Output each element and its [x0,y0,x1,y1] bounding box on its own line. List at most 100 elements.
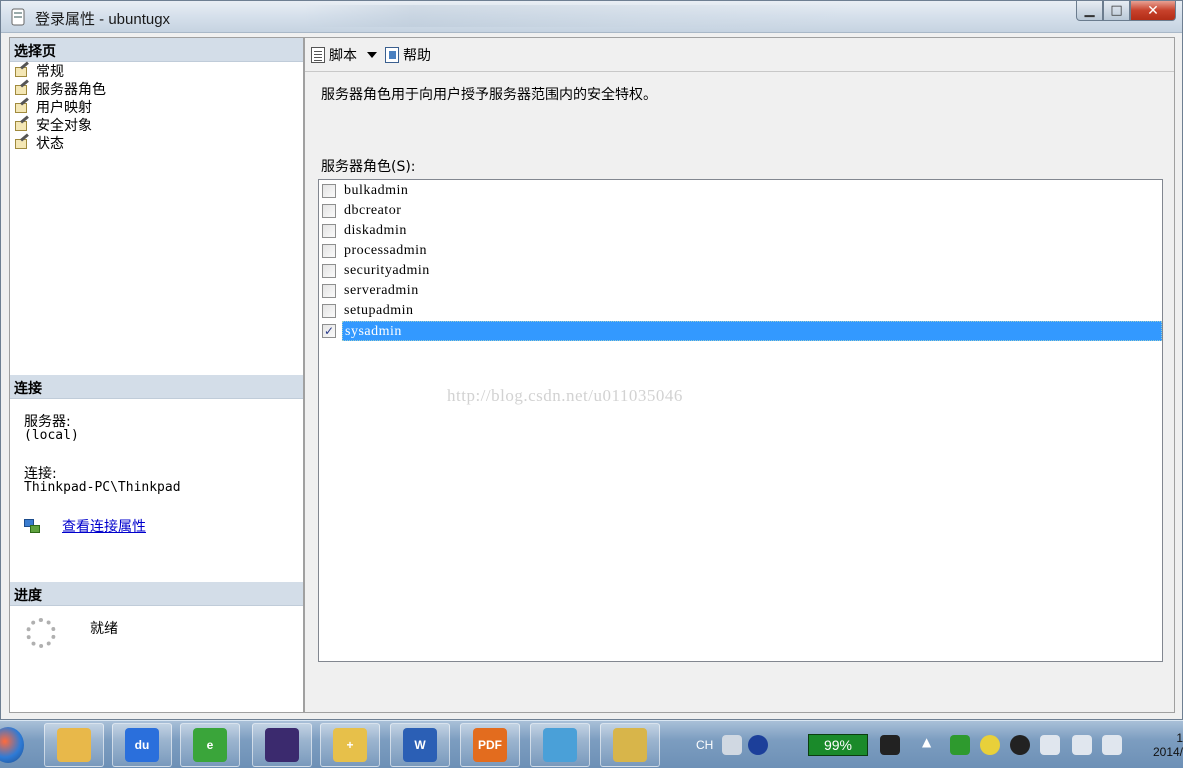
page-list: 常规 服务器角色 用户映射 安全对象 状态 [14,61,106,152]
help-button[interactable]: 帮助 [385,45,431,65]
page-icon [14,115,30,132]
window-title: 登录属性 - ubuntugx [35,11,171,28]
power-plug-icon[interactable] [880,735,900,755]
network-signal-icon[interactable] [1072,735,1092,755]
word-icon: W [403,728,437,762]
plus-icon[interactable] [980,735,1000,755]
page-item-label: 服务器角色 [36,82,106,98]
page-item-user-mapping[interactable]: 用户映射 [14,97,106,116]
role-checkbox[interactable] [322,304,336,318]
file-explorer-icon [57,728,91,762]
script-label: 脚本 [329,47,357,64]
minimize-button[interactable]: ▁ [1076,1,1103,21]
page-item-server-roles[interactable]: 服务器角色 [14,79,106,98]
role-name: processadmin [344,243,427,258]
qq-penguin-icon[interactable] [1010,735,1030,755]
device-icon[interactable] [1040,735,1060,755]
role-name: bulkadmin [344,183,409,198]
select-page-header: 选择页 [10,38,303,62]
right-pane: 脚本 帮助 服务器角色用于向用户授予服务器范围内的安全特权。 服务器角色(S):… [304,37,1175,713]
script-dropdown-icon[interactable] [367,51,377,58]
script-button[interactable]: 脚本 [311,45,357,65]
taskbar-app-button[interactable]: W [390,723,450,767]
toolbar: 脚本 帮助 [305,38,1174,72]
clock-time: 1 [1176,731,1183,745]
window-controls: ▁ □ ✕ [1076,1,1176,21]
role-row-securityadmin[interactable]: securityadmin [319,261,1162,281]
role-row-dbcreator[interactable]: dbcreator [319,201,1162,221]
notepad-icon [543,728,577,762]
ime-indicator[interactable]: CH [696,721,713,768]
role-row-setupadmin[interactable]: setupadmin [319,301,1162,321]
maximize-button[interactable]: □ [1103,1,1130,21]
role-row-processadmin[interactable]: processadmin [319,241,1162,261]
page-item-securables[interactable]: 安全对象 [14,115,106,134]
page-item-status[interactable]: 状态 [14,133,106,152]
sql-tools-icon [613,728,647,762]
role-name: securityadmin [344,263,430,278]
pdf-icon: PDF [473,728,507,762]
role-checkbox[interactable] [322,284,336,298]
connection-properties-icon [24,519,40,533]
page-item-label: 用户映射 [36,100,92,116]
script-icon [311,46,325,63]
page-item-general[interactable]: 常规 [14,61,106,80]
role-name: serveradmin [344,283,419,298]
page-icon [14,97,30,114]
security-shield-icon[interactable] [950,735,970,755]
taskbar-app-button[interactable] [600,723,660,767]
role-checkbox[interactable] [322,264,336,278]
battery-indicator[interactable]: 99% [808,734,868,756]
role-row-diskadmin[interactable]: diskadmin [319,221,1162,241]
page-icon [14,133,30,150]
connection-value: Thinkpad-PC\Thinkpad [24,480,181,495]
help-icon [385,46,399,63]
title-bar[interactable]: 登录属性 - ubuntugx ▁ □ ✕ [1,1,1182,33]
taskbar-app-button[interactable]: e [180,723,240,767]
server-roles-list[interactable]: bulkadmin dbcreator diskadmin processadmin s… [318,179,1163,662]
role-row-sysadmin[interactable]: ✓ sysadmin [319,321,1162,341]
title-background [301,5,861,27]
role-checkbox[interactable] [322,224,336,238]
server-roles-label: 服务器角色(S): [321,159,416,175]
close-button[interactable]: ✕ [1130,1,1176,21]
page-item-label: 安全对象 [36,118,92,134]
taskbar: CH 99% ▲ 1 2014/ du e + W PDF [0,720,1183,768]
taskbar-app-button[interactable] [252,723,312,767]
role-name: setupadmin [344,303,414,318]
database-icon [11,8,25,26]
page-icon [14,61,30,78]
keyboard-icon[interactable] [722,735,742,755]
role-row-serveradmin[interactable]: serveradmin [319,281,1162,301]
role-name: dbcreator [344,203,402,218]
clock[interactable]: 1 2014/ [1140,721,1183,768]
ime-label: CH [696,738,714,752]
taskbar-app-button[interactable]: du [112,723,172,767]
start-button[interactable] [0,727,24,763]
show-hidden-icons-icon[interactable]: ▲ [922,735,942,755]
role-row-bulkadmin[interactable]: bulkadmin [319,181,1162,201]
taskbar-app-button[interactable] [530,723,590,767]
role-checkbox[interactable] [322,184,336,198]
role-checkbox[interactable] [322,204,336,218]
left-pane: 选择页 常规 服务器角色 用户映射 安全对象 状态 连接 服务器: (local… [9,37,304,713]
progress-status: 就绪 [90,621,118,637]
snipping-tool-icon: + [333,728,367,762]
progress-header: 进度 [10,582,303,606]
help-tray-icon[interactable] [748,735,768,755]
taskbar-app-button[interactable]: + [320,723,380,767]
volume-icon[interactable] [1102,735,1122,755]
taskbar-app-button[interactable]: PDF [460,723,520,767]
role-checkbox[interactable] [322,244,336,258]
help-label: 帮助 [403,47,431,64]
page-icon [14,79,30,96]
clock-date: 2014/ [1152,745,1183,759]
role-checkbox-checked[interactable]: ✓ [322,324,336,338]
view-connection-properties-link[interactable]: 查看连接属性 [62,516,146,536]
view-connection-properties-row: 查看连接属性 [24,516,146,536]
connection-header: 连接 [10,375,303,399]
taskbar-app-button[interactable] [44,723,104,767]
page-item-label: 状态 [36,136,64,152]
progress-spinner-icon [26,618,56,648]
page-item-label: 常规 [36,64,64,80]
